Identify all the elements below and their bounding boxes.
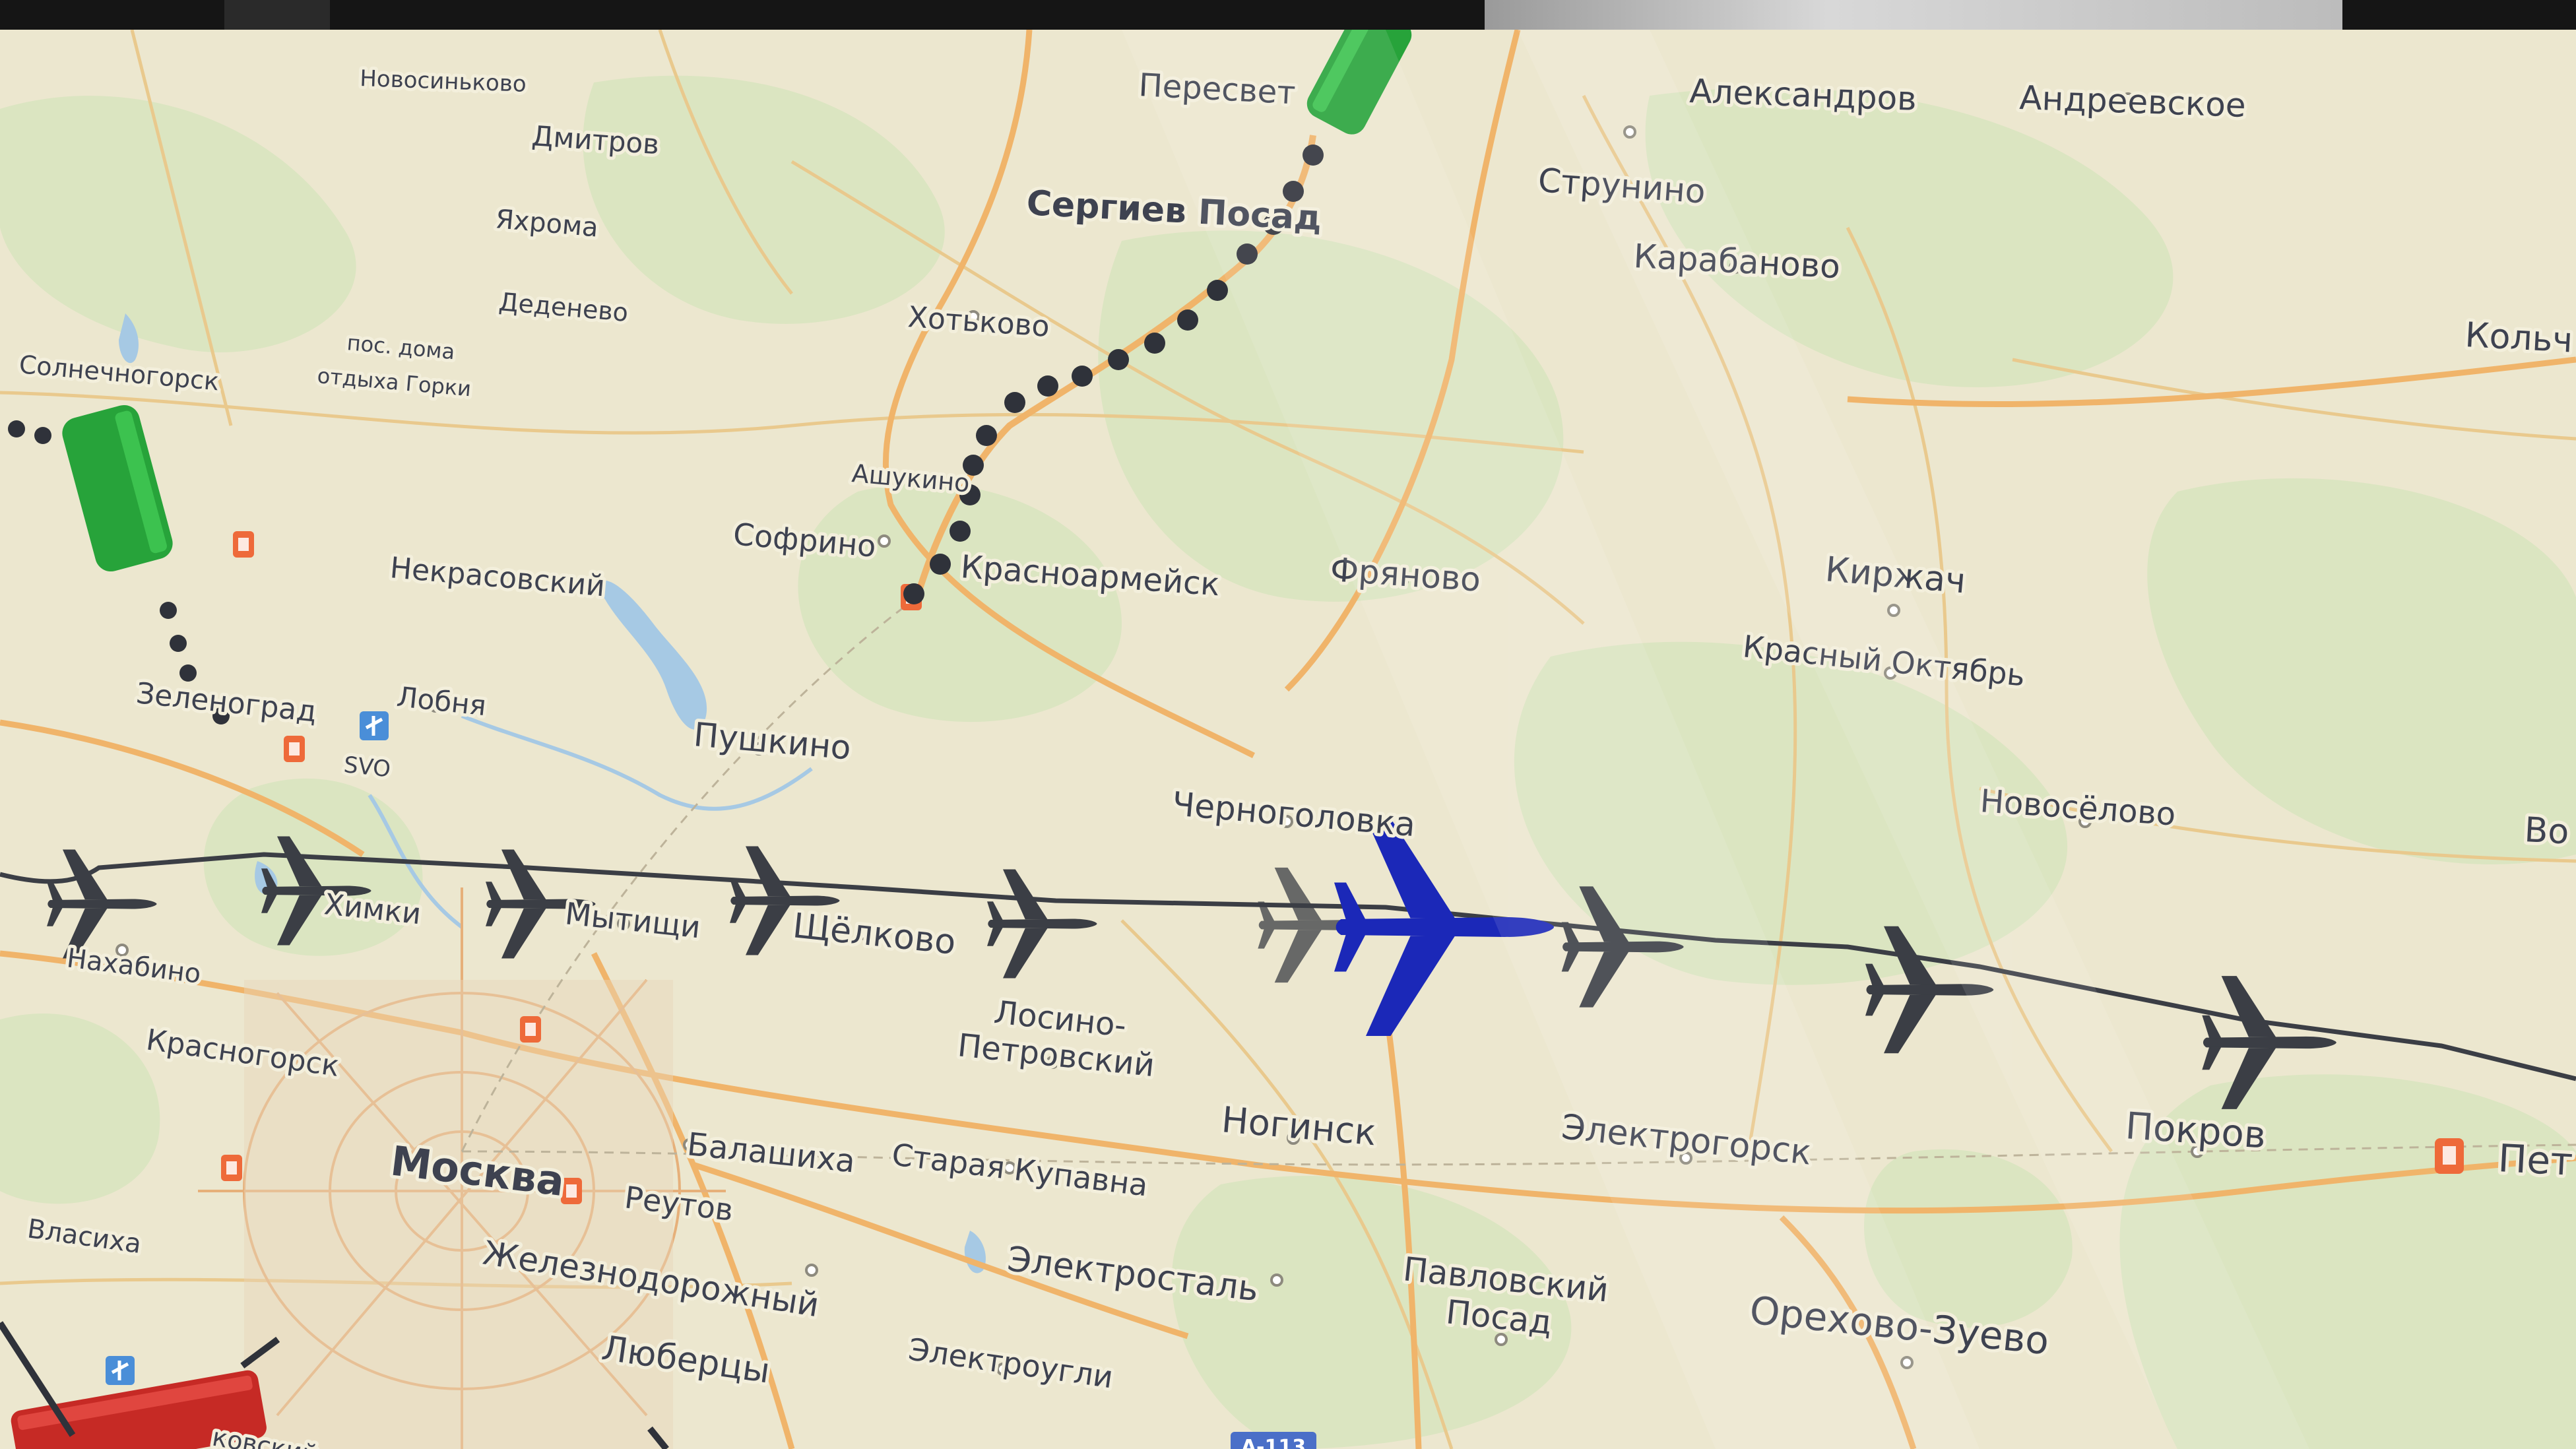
label-vo: Во	[2523, 810, 2570, 852]
rail-station-icon[interactable]	[221, 1155, 242, 1181]
map-scene: А-113 Новосиньково Александров Андреевск…	[0, 0, 2576, 1449]
top-frame-gap	[224, 0, 330, 33]
road-shield-a113: А-113	[1231, 1432, 1316, 1449]
label-svo: SVO	[342, 752, 392, 783]
moscow-region-map[interactable]: А-113 Новосиньково Александров Андреевск…	[0, 30, 2576, 1449]
label-kolchugino: Кольч	[2464, 315, 2573, 360]
label-aleksandrov: Александров	[1689, 72, 1917, 118]
rail-station-icon[interactable]	[233, 531, 254, 558]
top-frame-highlight	[1485, 0, 2342, 33]
label-andreevskoe: Андреевское	[2019, 79, 2247, 125]
rail-station-icon[interactable]	[2435, 1138, 2464, 1174]
label-pet: Пет	[2497, 1136, 2573, 1184]
rail-station-icon[interactable]	[284, 736, 305, 762]
rail-station-icon[interactable]	[520, 1016, 541, 1043]
top-frame-bar	[0, 0, 2576, 33]
road-shield-label: А-113	[1241, 1436, 1306, 1449]
airport-icon[interactable]	[360, 711, 389, 740]
airport-icon[interactable]	[106, 1356, 135, 1385]
